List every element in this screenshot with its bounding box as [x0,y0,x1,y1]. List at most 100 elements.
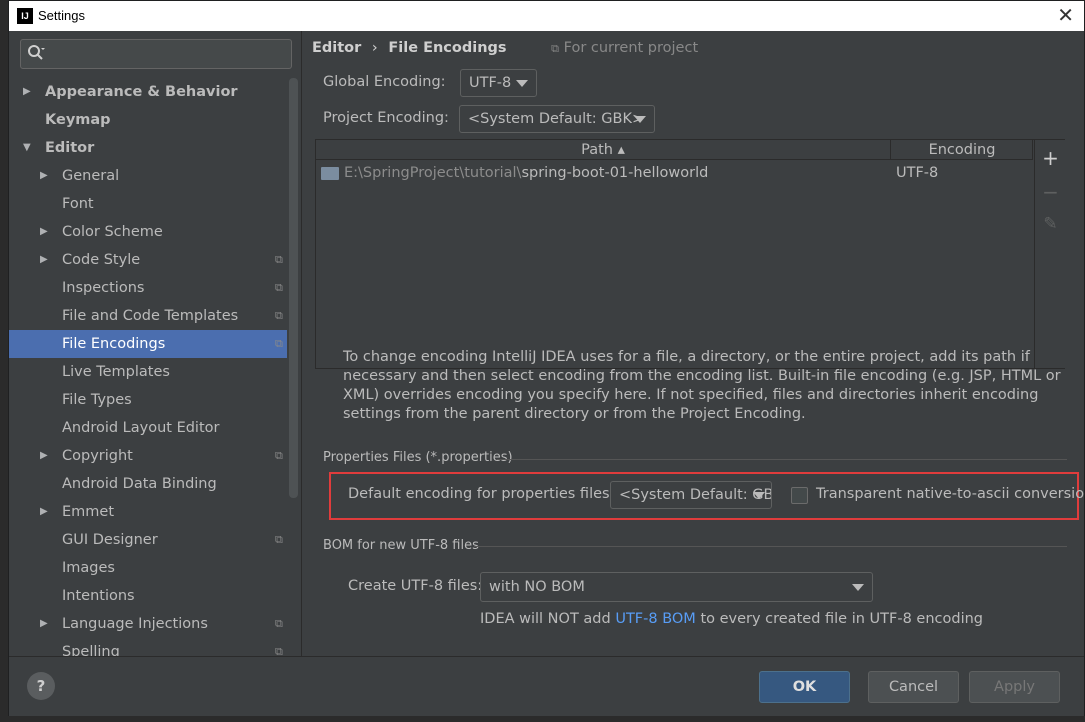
folder-icon [321,167,339,180]
sidebar-item-color-scheme[interactable]: ▶ Color Scheme [9,218,287,246]
project-scope-icon: ⧉ [275,281,283,294]
chevron-right-icon[interactable]: ▶ [40,218,48,246]
project-scope-icon: ⧉ [275,645,283,656]
chevron-right-icon[interactable]: ▶ [40,442,48,470]
bom-section-title: BOM for new UTF-8 files [323,538,479,553]
utf8-bom-link[interactable]: UTF-8 BOM [615,611,696,627]
project-scope-icon: ⧉ [275,449,283,462]
sidebar-item-file-encodings[interactable]: File Encodings ⧉ [9,330,287,358]
project-encoding-select[interactable]: <System Default: GBK> [459,105,655,133]
chevron-right-icon[interactable]: ▶ [23,78,31,106]
section-divider [474,546,1067,547]
apply-button[interactable]: Apply [969,671,1060,703]
sidebar-item-android-data-binding[interactable]: Android Data Binding [9,470,287,498]
sidebar-item-label: File and Code Templates [62,308,239,324]
chevron-down-icon [634,116,646,123]
sidebar-item-file-types[interactable]: File Types [9,386,287,414]
sidebar-item-emmet[interactable]: ▶ Emmet [9,498,287,526]
sidebar-scrollbar[interactable] [289,78,298,498]
path-encoding-table: Path ▴ Encoding E:\SpringProject\tutoria… [315,139,1065,369]
settings-dialog: IJ Settings ✕ ▶ Appearance & Behavior Keym… [8,0,1085,716]
sidebar-item-language-injections[interactable]: ▶ Language Injections ⧉ [9,610,287,638]
chevron-down-icon[interactable]: ▼ [23,134,31,162]
window-title: Settings [38,8,85,23]
breadcrumb-parent: Editor [312,40,362,56]
sidebar-item-gui-designer[interactable]: GUI Designer ⧉ [9,526,287,554]
sidebar-item-appearance-behavior[interactable]: ▶ Appearance & Behavior [9,78,287,106]
sidebar-item-label: Language Injections [62,616,208,632]
settings-tree: ▶ Appearance & Behavior Keymap ▼ Editor ▶ Gene… [9,78,287,656]
chevron-right-icon[interactable]: ▶ [40,498,48,526]
bom-note: IDEA will NOT add UTF-8 BOM to every cre… [480,611,983,627]
project-scope-icon: ⧉ [275,253,283,266]
sidebar-item-file-and-code-templates[interactable]: File and Code Templates ⧉ [9,302,287,330]
sidebar-item-label: Emmet [62,504,115,520]
chevron-right-icon[interactable]: ▶ [40,162,48,190]
sidebar-item-live-templates[interactable]: Live Templates [9,358,287,386]
edit-icon[interactable]: ✎ [1035,214,1066,234]
sidebar-item-general[interactable]: ▶ General [9,162,287,190]
properties-encoding-select[interactable]: <System Default: GBK> [610,481,772,509]
sidebar-item-label: Android Layout Editor [62,420,220,436]
sidebar-item-label: Keymap [45,112,111,128]
row-path-name: spring-boot-01-helloworld [521,165,709,181]
properties-encoding-value: <System Default: GBK> [619,487,772,503]
file-encodings-panel: Editor › File Encodings ⧉ For current pr… [302,31,1085,656]
create-utf8-label: Create UTF-8 files: [348,578,483,594]
sidebar-item-label: Inspections [62,280,145,296]
highlight-box: Default encoding for properties files: <… [329,472,1085,520]
column-header-encoding[interactable]: Encoding [892,140,1033,160]
background-window [0,30,8,722]
breadcrumb: Editor › File Encodings ⧉ For current pr… [312,40,698,56]
bom-select[interactable]: with NO BOM [480,572,873,602]
properties-default-label: Default encoding for properties files: [348,486,615,502]
sidebar-item-label: File Encodings [62,336,166,352]
breadcrumb-current: File Encodings [388,40,507,56]
sidebar-item-label: Appearance & Behavior [45,84,238,100]
project-scope-icon: ⧉ [275,617,283,630]
sidebar-item-label: Images [62,560,115,576]
sidebar-item-label: Spelling [62,644,120,656]
row-encoding[interactable]: UTF-8 [896,161,938,185]
transparent-conversion-label[interactable]: Transparent native-to-ascii conversion [816,486,1085,502]
chevron-right-icon[interactable]: ▶ [40,246,48,274]
sidebar-item-label: General [62,168,120,184]
table-row[interactable]: E:\SpringProject\tutorial\spring-boot-01… [316,161,1033,185]
help-icon[interactable]: ? [27,672,55,700]
properties-section-title: Properties Files (*.properties) [323,450,513,465]
sidebar-item-label: Color Scheme [62,224,163,240]
close-icon[interactable]: ✕ [1057,4,1074,26]
sidebar-item-spelling[interactable]: Spelling ⧉ [9,638,287,656]
sidebar-item-intentions[interactable]: Intentions [9,582,287,610]
sidebar-item-label: GUI Designer [62,532,158,548]
sidebar-item-editor[interactable]: ▼ Editor [9,134,287,162]
chevron-right-icon[interactable]: ▶ [40,610,48,638]
ok-button[interactable]: OK [759,671,850,703]
global-encoding-select[interactable]: UTF-8 [460,69,537,97]
sidebar-item-label: Intentions [62,588,135,604]
sidebar-item-label: Copyright [62,448,133,464]
remove-icon[interactable]: − [1035,180,1066,204]
sidebar-item-keymap[interactable]: Keymap [9,106,287,134]
sidebar-item-copyright[interactable]: ▶ Copyright ⧉ [9,442,287,470]
sidebar-item-label: File Types [62,392,132,408]
sidebar-item-inspections[interactable]: Inspections ⧉ [9,274,287,302]
sidebar-item-code-style[interactable]: ▶ Code Style ⧉ [9,246,287,274]
global-encoding-value: UTF-8 [469,75,512,91]
column-header-path[interactable]: Path ▴ [316,140,891,160]
sidebar-item-font[interactable]: Font [9,190,287,218]
sidebar-item-label: Editor [45,140,95,156]
cancel-button[interactable]: Cancel [868,671,959,703]
project-scope-hint: ⧉ For current project [551,40,698,56]
search-input[interactable] [20,39,292,69]
row-path: E:\SpringProject\tutorial\spring-boot-01… [344,161,708,185]
bom-note-text-end: to every created file in UTF-8 encoding [700,611,983,627]
dialog-footer: ? OK Cancel Apply [9,656,1084,716]
transparent-conversion-checkbox[interactable] [791,487,808,504]
bom-note-text: IDEA will NOT add [480,611,611,627]
add-icon[interactable]: + [1035,146,1066,170]
sidebar-item-label: Font [62,196,94,212]
sidebar-item-android-layout-editor[interactable]: Android Layout Editor [9,414,287,442]
project-encoding-value: <System Default: GBK> [468,111,645,127]
sidebar-item-images[interactable]: Images [9,554,287,582]
